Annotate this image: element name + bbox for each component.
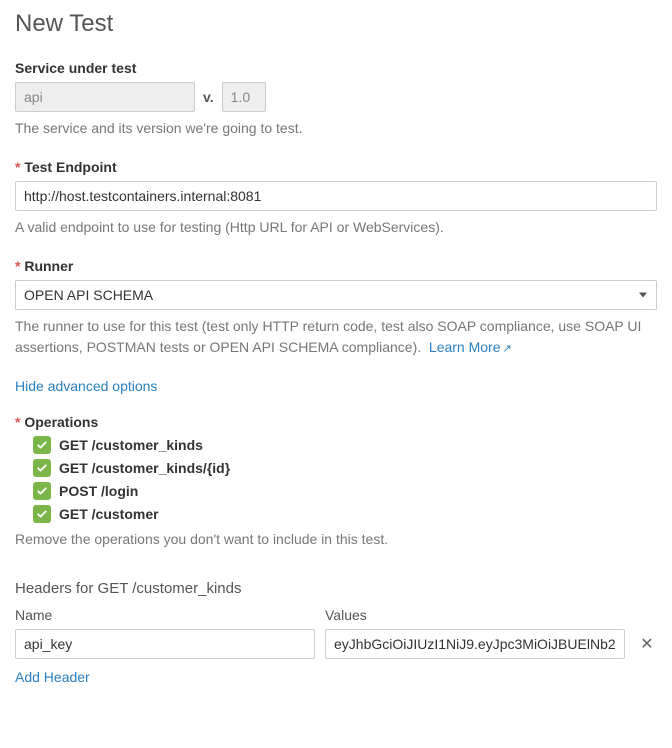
operations-help-text: Remove the operations you don't want to …	[15, 529, 657, 550]
header-value-input[interactable]	[325, 629, 625, 659]
test-endpoint-block: Test Endpoint A valid endpoint to use fo…	[15, 159, 657, 238]
headers-section: Headers for GET /customer_kinds Name Val…	[15, 580, 657, 685]
service-version-input	[222, 82, 266, 112]
endpoint-help-text: A valid endpoint to use for testing (Htt…	[15, 217, 657, 238]
operation-label: GET /customer	[59, 506, 159, 522]
service-name-input	[15, 82, 195, 112]
operation-label: POST /login	[59, 483, 138, 499]
runner-select[interactable]: OPEN API SCHEMA	[15, 280, 657, 310]
add-header-link[interactable]: Add Header	[15, 669, 90, 685]
operation-row: GET /customer_kinds/{id}	[33, 459, 657, 477]
operations-label: Operations	[15, 414, 657, 430]
operation-label: GET /customer_kinds	[59, 437, 203, 453]
toggle-advanced-link[interactable]: Hide advanced options	[15, 378, 157, 394]
service-help-text: The service and its version we're going …	[15, 118, 657, 139]
runner-label: Runner	[15, 258, 657, 274]
endpoint-label: Test Endpoint	[15, 159, 657, 175]
runner-help-text: The runner to use for this test (test on…	[15, 316, 657, 358]
operation-checkbox[interactable]	[33, 482, 51, 500]
operation-row: GET /customer_kinds	[33, 436, 657, 454]
operation-checkbox[interactable]	[33, 436, 51, 454]
headers-name-column: Name	[15, 607, 315, 623]
operation-label: GET /customer_kinds/{id}	[59, 460, 230, 476]
headers-title: Headers for GET /customer_kinds	[15, 580, 657, 597]
remove-header-icon[interactable]: ✕	[635, 634, 659, 654]
version-prefix-label: v.	[203, 89, 214, 105]
endpoint-input[interactable]	[15, 181, 657, 211]
operations-block: Operations GET /customer_kinds GET /custo…	[15, 414, 657, 550]
external-link-icon: ↗	[503, 343, 512, 355]
operation-row: GET /customer	[33, 505, 657, 523]
service-label: Service under test	[15, 60, 657, 76]
operation-checkbox[interactable]	[33, 459, 51, 477]
runner-block: Runner OPEN API SCHEMA The runner to use…	[15, 258, 657, 358]
page-title: New Test	[15, 10, 657, 38]
headers-values-column: Values	[325, 607, 625, 623]
header-name-input[interactable]	[15, 629, 315, 659]
learn-more-link[interactable]: Learn More↗	[429, 339, 512, 355]
operation-checkbox[interactable]	[33, 505, 51, 523]
service-under-test-block: Service under test v. The service and it…	[15, 60, 657, 139]
operation-row: POST /login	[33, 482, 657, 500]
